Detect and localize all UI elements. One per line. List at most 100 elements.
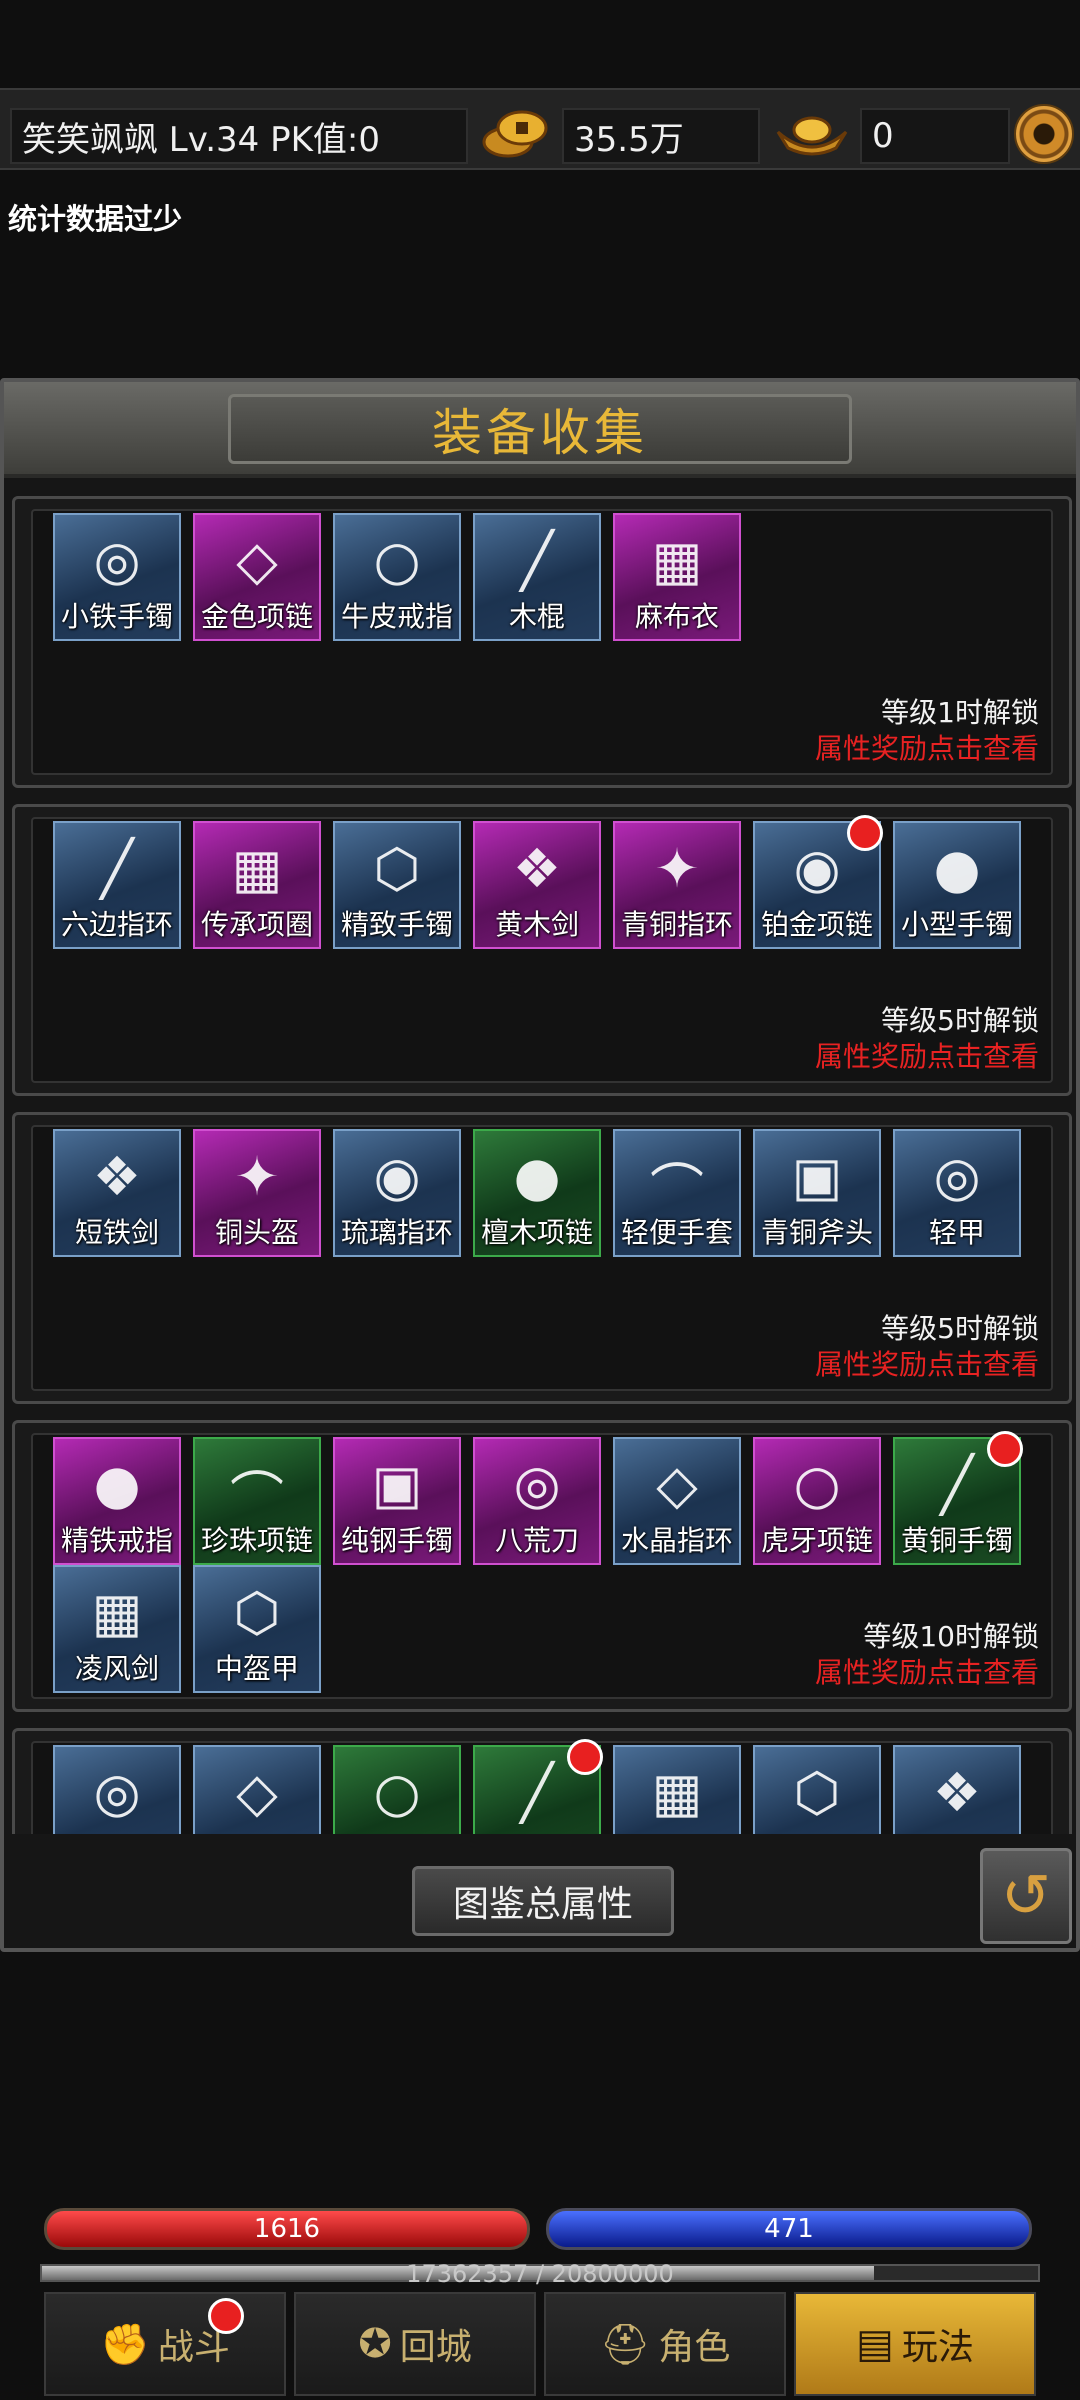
notification-dot [567, 1739, 603, 1775]
equipment-name: 铂金项链 [760, 908, 873, 941]
equipment-item[interactable]: ◉ 琉璃指环 [333, 1129, 461, 1257]
equipment-item[interactable]: ● 精铁戒指 [53, 1437, 181, 1565]
equipment-name: 精致手镯 [340, 908, 453, 941]
attribute-reward-link[interactable]: 属性奖励点击查看 [815, 1343, 1039, 1383]
equipment-icon: ● [93, 1453, 141, 1516]
stats-notice: 统计数据过少 [8, 202, 183, 236]
equipment-name: 青铜斧头 [760, 1216, 873, 1249]
equipment-item[interactable]: ╱ 六边指环 [53, 821, 181, 949]
equipment-item[interactable]: ◇ 水晶指环 [613, 1437, 741, 1565]
equipment-item[interactable]: ◎ 八荒刀 [473, 1437, 601, 1565]
notification-dot [987, 1431, 1023, 1467]
equipment-item[interactable]: ◇ 金色项链 [193, 513, 321, 641]
equipment-icon: ◇ [236, 1761, 278, 1824]
equipment-icon: ◇ [656, 1453, 698, 1516]
equipment-collection-panel: 装备收集 ◎ 小铁手镯 ◇ 金色项链 ○ 牛皮戒指 ╱ 木棍 ▦ 麻布衣 等级1时解锁 属性奖励点击查… [0, 378, 1080, 1952]
equipment-icon: ▦ [91, 1581, 143, 1644]
equipment-item[interactable]: ○ [333, 1745, 461, 1834]
attribute-reward-link[interactable]: 属性奖励点击查看 [815, 1651, 1039, 1691]
equipment-name: 檀木项链 [480, 1216, 593, 1249]
equipment-item[interactable]: ⬡ [753, 1745, 881, 1834]
equipment-name: 铜头盔 [214, 1216, 299, 1249]
equipment-icon: ▦ [231, 837, 283, 900]
equipment-item[interactable]: ○ 虎牙项链 [753, 1437, 881, 1565]
equipment-icon: ● [933, 837, 981, 900]
equipment-icon: ◎ [933, 1145, 981, 1208]
equipment-item[interactable]: ⌒ 珍珠项链 [193, 1437, 321, 1565]
gold-amount: 35.5万 [574, 119, 684, 160]
equipment-icon: ⬡ [233, 1581, 281, 1644]
equipment-item[interactable]: ⬡ 精致手镯 [333, 821, 461, 949]
equipment-name: 精铁戒指 [60, 1524, 173, 1557]
treasure-chest-icon: ▤ [856, 2321, 894, 2367]
equipment-item[interactable]: ❖ 短铁剑 [53, 1129, 181, 1257]
equipment-item[interactable]: ╱ 木棍 [473, 513, 601, 641]
panel-header: 装备收集 [4, 382, 1076, 478]
equipment-name: 中盔甲 [214, 1652, 299, 1685]
back-arrow-icon[interactable]: ↺ [980, 1848, 1072, 1944]
equipment-item[interactable]: ● 檀木项链 [473, 1129, 601, 1257]
equipment-name: 八荒刀 [494, 1524, 579, 1557]
equipment-item[interactable]: ▣ 纯钢手镯 [333, 1437, 461, 1565]
equipment-item[interactable]: ◎ 小铁手镯 [53, 513, 181, 641]
equipment-icon: ● [513, 1145, 561, 1208]
equipment-icon: ✦ [234, 1145, 280, 1208]
equipment-name: 黄木剑 [494, 908, 579, 941]
collection-group: ❖ 短铁剑 ✦ 铜头盔 ◉ 琉璃指环 ● 檀木项链 ⌒ 轻便手套 ▣ 青铜斧头 ◎ 轻甲 等级5时解锁 属性奖… [12, 1112, 1072, 1404]
equipment-item[interactable]: ▦ 传承项圈 [193, 821, 321, 949]
equipment-icon: ▣ [371, 1453, 423, 1516]
bottom-nav: ✊ 战斗 ✪ 回城 ⛑ 角色 ▤ 玩法 [40, 2292, 1040, 2396]
panel-title: 装备收集 [432, 404, 648, 462]
equipment-item[interactable]: ╱ [473, 1739, 603, 1834]
nav-tab[interactable]: ✪ 回城 [294, 2292, 536, 2396]
equipment-name: 六边指环 [60, 908, 173, 941]
nav-tab-label: 回城 [399, 2327, 472, 2368]
equipment-item[interactable]: ● 小型手镯 [893, 821, 1021, 949]
equipment-icon: ▣ [791, 1145, 843, 1208]
equipment-item[interactable]: ⬡ 中盔甲 [193, 1565, 321, 1693]
nav-tab[interactable]: ✊ 战斗 [44, 2292, 286, 2396]
equipment-item[interactable]: ▣ 青铜斧头 [753, 1129, 881, 1257]
nav-tab[interactable]: ⛑ 角色 [544, 2292, 786, 2396]
equipment-name: 木棍 [508, 600, 565, 633]
equipment-item[interactable]: ❖ 黄木剑 [473, 821, 601, 949]
collection-list[interactable]: ◎ 小铁手镯 ◇ 金色项链 ○ 牛皮戒指 ╱ 木棍 ▦ 麻布衣 等级1时解锁 属性奖励点击查看 ╱ 六边指… [4, 482, 1076, 1834]
collection-group: ◎ ◇ ○ ╱ ▦ ⬡ ❖ [12, 1728, 1072, 1834]
equipment-icon: ╱ [520, 529, 554, 592]
equipment-item[interactable]: ◇ [193, 1745, 321, 1834]
equipment-item[interactable]: ❖ [893, 1745, 1021, 1834]
equipment-icon: ✦ [654, 837, 700, 900]
nav-tab[interactable]: ▤ 玩法 [794, 2292, 1036, 2396]
player-name-level: 笑笑飒飒 Lv.34 PK值:0 [22, 119, 380, 160]
equipment-item[interactable]: ▦ 麻布衣 [613, 513, 741, 641]
collection-group: ● 精铁戒指 ⌒ 珍珠项链 ▣ 纯钢手镯 ◎ 八荒刀 ◇ 水晶指环 ○ 虎牙项链 ╱ 黄铜手镯 ▦ 凌风剑 ⬡ 中… [12, 1420, 1072, 1712]
fist-icon: ✊ [100, 2321, 150, 2368]
equipment-item[interactable]: ▦ [613, 1745, 741, 1834]
notification-dot [208, 2298, 244, 2334]
equipment-name: 传承项圈 [200, 908, 313, 941]
equipment-item[interactable]: ⌒ 轻便手套 [613, 1129, 741, 1257]
equipment-name: 琉璃指环 [340, 1216, 453, 1249]
equipment-item[interactable]: ○ 牛皮戒指 [333, 513, 461, 641]
equipment-name: 金色项链 [200, 600, 313, 633]
total-attributes-button[interactable]: 图鉴总属性 [412, 1866, 674, 1936]
equipment-item[interactable]: ╱ 黄铜手镯 [893, 1431, 1023, 1565]
equipment-item[interactable]: ▦ 凌风剑 [53, 1565, 181, 1693]
ingot-amount-field: 0 [860, 108, 1010, 164]
attribute-reward-link[interactable]: 属性奖励点击查看 [815, 1035, 1039, 1075]
equipment-item[interactable]: ✦ 青铜指环 [613, 821, 741, 949]
equipment-icon: ▦ [651, 529, 703, 592]
nav-tab-label: 角色 [658, 2327, 731, 2368]
equipment-item[interactable]: ◉ 铂金项链 [753, 815, 883, 949]
equipment-name: 轻便手套 [620, 1216, 733, 1249]
helmet-icon: ⛑ [599, 2321, 651, 2368]
player-info: 笑笑飒飒 Lv.34 PK值:0 [10, 108, 468, 164]
equipment-item[interactable]: ◎ 轻甲 [893, 1129, 1021, 1257]
attribute-reward-link[interactable]: 属性奖励点击查看 [815, 727, 1039, 767]
equipment-item[interactable]: ◎ [53, 1745, 181, 1834]
equipment-icon: ⬡ [373, 837, 421, 900]
equipment-item[interactable]: ✦ 铜头盔 [193, 1129, 321, 1257]
equipment-icon: ○ [373, 1761, 421, 1824]
equipment-icon: ○ [373, 529, 421, 592]
gear-icon[interactable] [1014, 104, 1074, 164]
